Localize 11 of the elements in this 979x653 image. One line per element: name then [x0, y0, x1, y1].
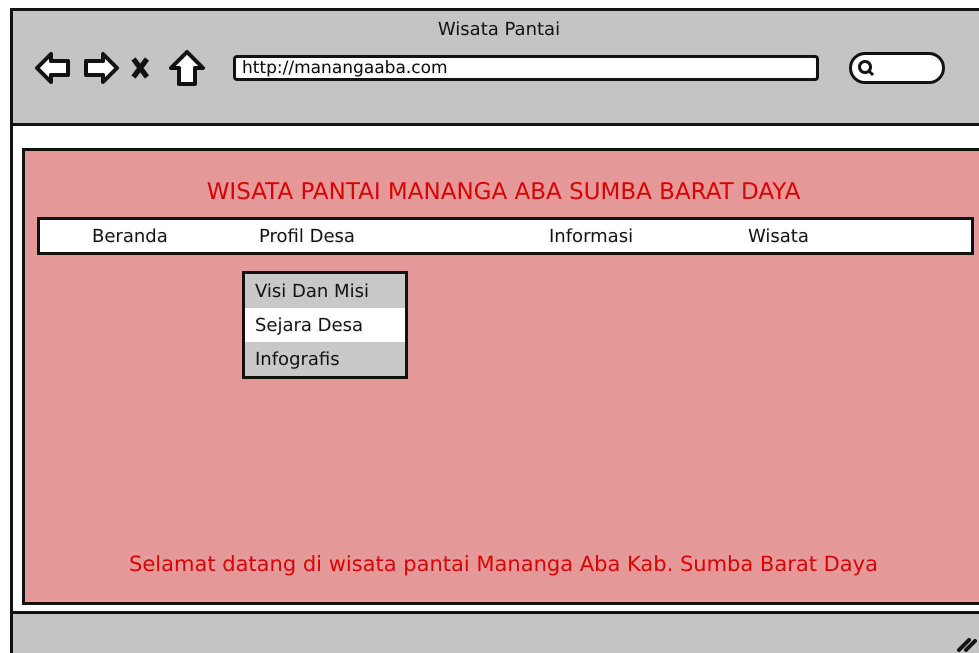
page-heading: WISATA PANTAI MANANGA ABA SUMBA BARAT DAYA	[206, 179, 802, 205]
search-icon	[857, 59, 875, 77]
window-title: Wisata Pantai	[436, 19, 562, 40]
search-field[interactable]	[849, 52, 945, 84]
nav-link[interactable]: Profil Desa	[259, 226, 355, 246]
welcome-text: Selamat datang di wisata pantai Mananga Aba Kab. Sumba Barat Daya	[128, 552, 879, 576]
nav-link[interactable]: Wisata	[748, 226, 809, 246]
address-field[interactable]: http://manangaaba.com	[233, 55, 819, 81]
menu-item[interactable]: Sejara Desa	[245, 308, 405, 342]
nav-link[interactable]: Beranda	[92, 226, 168, 246]
nav-link[interactable]: Informasi	[549, 226, 634, 246]
